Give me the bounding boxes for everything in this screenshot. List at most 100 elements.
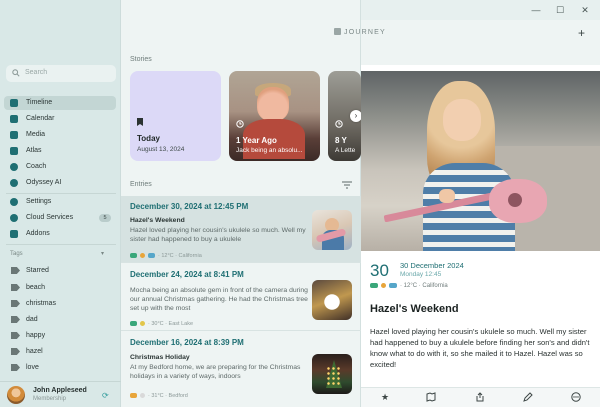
addons-icon xyxy=(10,230,18,238)
tag-item[interactable]: love xyxy=(4,361,116,375)
sidebar-item-label: Odyssey AI xyxy=(26,179,62,186)
tag-item[interactable]: dad xyxy=(4,313,116,327)
sidebar-item-timeline[interactable]: Timeline xyxy=(4,96,116,110)
entry-title: Hazel's Weekend xyxy=(130,217,185,224)
tag-label: happy xyxy=(26,332,46,339)
tag-icon xyxy=(11,284,20,291)
photo-face xyxy=(257,87,289,121)
story-card-1-year-ago[interactable]: 1 Year Ago Jack being an absolu... xyxy=(229,71,320,161)
story-title: 1 Year Ago xyxy=(236,136,277,145)
entries-heading: Entries xyxy=(130,181,152,188)
entry-item[interactable]: December 30, 2024 at 12:45 PM Hazel's We… xyxy=(121,196,361,263)
sort-icon[interactable] xyxy=(342,181,352,189)
weather-icon xyxy=(148,253,155,259)
entry-excerpt: At my Bedford home, we are preparing for… xyxy=(130,364,301,380)
history-icon xyxy=(236,120,244,128)
tag-item[interactable]: beach xyxy=(4,281,116,295)
tag-item[interactable]: christmas xyxy=(4,297,116,311)
sidebar: Search Timeline Calendar Media Atlas Coa… xyxy=(0,0,121,407)
sidebar-item-label: Atlas xyxy=(26,147,42,154)
entry-meta: · 12°C · California xyxy=(370,283,448,289)
sidebar-item-media[interactable]: Media xyxy=(4,128,116,142)
detail-header xyxy=(361,20,600,65)
entry-photo[interactable] xyxy=(361,71,600,251)
tag-icon xyxy=(11,267,20,274)
more-options-icon[interactable] xyxy=(571,392,581,402)
tag-label: hazel xyxy=(26,348,43,355)
app-logo-text: JOURNEY xyxy=(344,29,386,36)
sidebar-item-label: Coach xyxy=(26,163,47,170)
tag-icon xyxy=(11,364,20,371)
divider xyxy=(6,193,116,194)
cloud-icon xyxy=(10,214,18,222)
story-subtitle: August 13, 2024 xyxy=(137,146,185,153)
sidebar-item-odyssey-ai[interactable]: Odyssey AI xyxy=(4,176,116,190)
close-button[interactable]: ✕ xyxy=(575,3,595,17)
sidebar-item-calendar[interactable]: Calendar xyxy=(4,112,116,126)
story-card-today[interactable]: Today August 13, 2024 xyxy=(130,71,221,161)
story-title: 8 Y xyxy=(335,136,347,145)
sidebar-item-addons[interactable]: Addons xyxy=(4,227,116,241)
tag-label: love xyxy=(26,364,39,371)
entry-thumbnail xyxy=(312,354,352,394)
sidebar-item-label: Cloud Services xyxy=(26,214,74,221)
entry-item[interactable]: December 16, 2024 at 8:39 PM Christmas H… xyxy=(121,332,361,399)
maximize-button[interactable]: ☐ xyxy=(550,3,570,17)
sync-icon[interactable]: ⟳ xyxy=(102,391,109,400)
profile-card[interactable]: John Appleseed Membership ⟳ xyxy=(0,381,121,407)
entry-meta: · 30°C · East Lake xyxy=(130,321,193,327)
entry-excerpt: Mocha being an absolute gem in front of … xyxy=(130,287,308,312)
tags-heading: Tags xyxy=(10,251,23,257)
sidebar-item-cloud-services[interactable]: Cloud Services 5 xyxy=(4,211,116,225)
sidebar-item-atlas[interactable]: Atlas xyxy=(4,144,116,158)
entry-meta-text: · 30°C · East Lake xyxy=(148,321,193,327)
gear-icon xyxy=(10,198,18,206)
ai-icon xyxy=(10,179,18,187)
minimize-button[interactable]: — xyxy=(526,3,546,17)
avatar xyxy=(7,386,25,404)
timeline-panel: Stories Today August 13, 2024 1 Year Ago… xyxy=(121,0,362,407)
entry-meta: · 31°C · Bedford xyxy=(130,393,188,399)
tag-label: beach xyxy=(26,284,46,291)
detail-toolbar: ★ xyxy=(361,387,600,407)
bookmark-icon xyxy=(137,118,143,126)
tag-item[interactable]: happy xyxy=(4,329,116,343)
tag-icon xyxy=(11,300,20,307)
tag-item[interactable]: hazel xyxy=(4,345,116,359)
entry-meta-text: · 31°C · Bedford xyxy=(148,393,188,399)
cloud-icon xyxy=(130,393,137,399)
entry-full-date: 30 December 2024 xyxy=(400,261,464,270)
tag-icon xyxy=(11,316,20,323)
entry-thumbnail xyxy=(312,280,352,320)
photo-ukulele-hole xyxy=(508,193,522,207)
coach-icon xyxy=(10,163,18,171)
entry-detail-body: Hazel loved playing her cousin's ukulele… xyxy=(370,327,590,369)
tag-item[interactable]: Starred xyxy=(4,264,116,278)
entry-date: December 30, 2024 at 12:45 PM xyxy=(130,202,249,211)
entry-item[interactable]: December 24, 2024 at 8:41 PM Mocha being… xyxy=(121,264,361,331)
timeline-icon xyxy=(10,99,18,107)
star-icon[interactable]: ★ xyxy=(379,391,391,403)
sidebar-item-coach[interactable]: Coach xyxy=(4,160,116,174)
story-subtitle: A Lette xyxy=(335,147,356,154)
entry-meta: · 12°C · California xyxy=(130,253,202,259)
chevron-down-icon[interactable]: ▾ xyxy=(101,250,104,257)
search-icon xyxy=(12,69,20,77)
sidebar-item-label: Media xyxy=(26,131,46,138)
entry-day-number: 30 xyxy=(370,261,389,280)
story-subtitle: Jack being an absolu... xyxy=(236,147,303,154)
journey-logo-icon xyxy=(334,28,341,35)
profile-membership: Membership xyxy=(33,396,67,402)
sidebar-item-label: Addons xyxy=(26,230,50,237)
share-icon[interactable] xyxy=(475,392,485,402)
media-icon xyxy=(10,131,18,139)
edit-icon[interactable] xyxy=(523,392,533,402)
divider xyxy=(6,244,116,245)
entry-thumbnail xyxy=(312,210,352,250)
entry-date: December 16, 2024 at 8:39 PM xyxy=(130,338,244,347)
map-icon[interactable] xyxy=(426,392,436,402)
search-input[interactable]: Search xyxy=(6,65,116,82)
sidebar-item-settings[interactable]: Settings xyxy=(4,195,116,209)
entry-detail-title: Hazel's Weekend xyxy=(370,303,459,315)
add-entry-button[interactable]: + xyxy=(578,26,585,40)
